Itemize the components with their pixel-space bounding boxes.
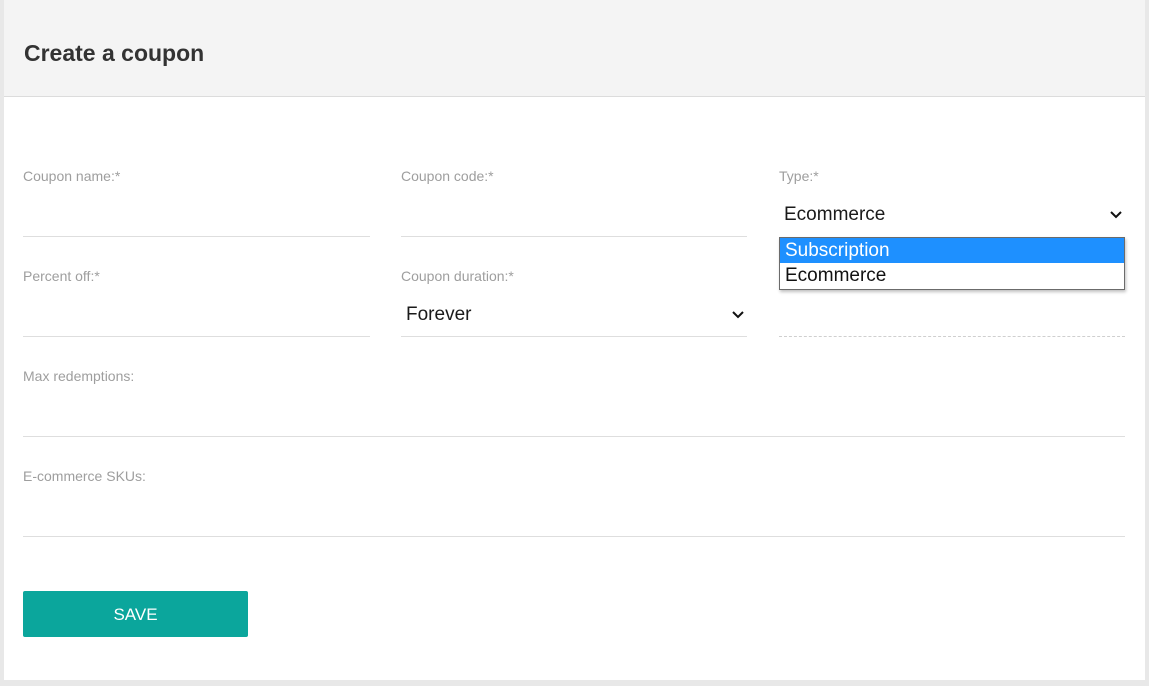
- ecommerce-skus-label: E-commerce SKUs:: [23, 468, 146, 484]
- coupon-name-field[interactable]: Coupon name:*: [23, 168, 370, 237]
- coupon-name-underline: [23, 236, 370, 237]
- coupon-code-field[interactable]: Coupon code:*: [401, 168, 747, 237]
- type-selected-value[interactable]: Ecommerce: [784, 204, 885, 226]
- coupon-duration-select[interactable]: Coupon duration:* Forever: [401, 268, 747, 337]
- coupon-duration-label: Coupon duration:*: [401, 268, 514, 284]
- max-redemptions-label: Max redemptions:: [23, 368, 135, 384]
- page-title: Create a coupon: [24, 40, 205, 66]
- percent-off-field[interactable]: Percent off:*: [23, 268, 370, 337]
- dropdown-option-subscription[interactable]: Subscription: [780, 238, 1124, 263]
- dropdown-option-ecommerce[interactable]: Ecommerce: [780, 263, 1124, 288]
- card-header: Create a coupon: [4, 0, 1145, 97]
- coupon-card: Create a coupon Coupon name:* Coupon cod…: [4, 0, 1145, 680]
- type-dropdown-list[interactable]: Subscription Ecommerce: [779, 237, 1125, 290]
- percent-off-underline: [23, 336, 370, 337]
- type-select[interactable]: Type:* Ecommerce: [779, 168, 1125, 237]
- coupon-name-label: Coupon name:*: [23, 168, 121, 184]
- coupon-code-underline: [401, 236, 747, 237]
- chevron-down-icon[interactable]: [1109, 210, 1123, 220]
- coupon-duration-underline: [401, 336, 747, 337]
- ecommerce-skus-field[interactable]: E-commerce SKUs:: [23, 468, 1125, 537]
- dashed-underline: [779, 336, 1125, 337]
- coupon-code-label: Coupon code:*: [401, 168, 494, 184]
- max-redemptions-underline: [23, 436, 1125, 437]
- percent-off-label: Percent off:*: [23, 268, 100, 284]
- save-button[interactable]: SAVE: [23, 591, 248, 637]
- coupon-duration-value[interactable]: Forever: [406, 304, 471, 326]
- chevron-down-icon[interactable]: [731, 310, 745, 320]
- ecommerce-skus-underline: [23, 536, 1125, 537]
- type-label: Type:*: [779, 168, 819, 184]
- max-redemptions-field[interactable]: Max redemptions:: [23, 368, 1125, 437]
